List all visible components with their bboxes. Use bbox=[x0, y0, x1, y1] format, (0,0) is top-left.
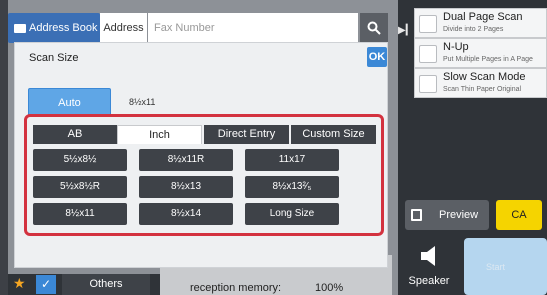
start-button[interactable]: Start bbox=[464, 238, 547, 295]
clear-all-button[interactable]: CA bbox=[496, 200, 542, 230]
auto-size-value: 8½x11 bbox=[129, 97, 156, 107]
size-button-8-5x11[interactable]: 8½x11 bbox=[33, 203, 127, 225]
reception-memory-value: 100% bbox=[315, 282, 344, 294]
size-button-5-5x8-5r[interactable]: 5½x8½R bbox=[33, 176, 127, 198]
tab-ab[interactable]: AB bbox=[33, 125, 117, 144]
option-subtitle: Scan Thin Paper Original bbox=[443, 86, 522, 93]
n-up-checkbox[interactable] bbox=[419, 45, 437, 63]
speaker-label: Speaker bbox=[408, 275, 450, 287]
tab-direct-entry[interactable]: Direct Entry bbox=[204, 125, 289, 144]
start-label: Start bbox=[486, 262, 506, 272]
preview-icon bbox=[411, 209, 422, 221]
checkmark-icon[interactable]: ✓ bbox=[36, 275, 56, 294]
tab-inch[interactable]: Inch bbox=[117, 125, 202, 144]
star-icon[interactable]: ★ bbox=[13, 275, 26, 292]
ok-button[interactable]: OK bbox=[367, 47, 387, 67]
address-tab[interactable]: Address bbox=[100, 13, 147, 43]
option-title: Slow Scan Mode bbox=[443, 71, 526, 83]
option-dual-page-scan[interactable]: Dual Page Scan Divide into 2 Pages bbox=[414, 8, 547, 38]
option-n-up[interactable]: N-Up Put Multiple Pages in A Page bbox=[414, 38, 547, 68]
search-icon bbox=[367, 21, 381, 35]
preview-button[interactable]: Preview bbox=[405, 200, 489, 230]
others-button[interactable]: Others bbox=[62, 274, 150, 295]
option-subtitle: Put Multiple Pages in A Page bbox=[443, 56, 533, 63]
address-book-label: Address Book bbox=[29, 22, 98, 34]
preview-label: Preview bbox=[439, 209, 479, 221]
option-slow-scan-mode[interactable]: Slow Scan Mode Scan Thin Paper Original bbox=[414, 68, 547, 98]
reception-memory-status: reception memory: 100% bbox=[190, 282, 344, 294]
size-button-8-5x13[interactable]: 8½x13 bbox=[139, 176, 233, 198]
option-title: Dual Page Scan bbox=[443, 11, 523, 23]
size-button-long-size[interactable]: Long Size bbox=[245, 203, 339, 225]
dual-page-scan-checkbox[interactable] bbox=[419, 15, 437, 33]
scan-size-title: Scan Size bbox=[29, 52, 79, 64]
slow-scan-mode-checkbox[interactable] bbox=[419, 75, 437, 93]
speaker-icon bbox=[421, 246, 435, 266]
option-title: N-Up bbox=[443, 41, 469, 53]
size-button-5-5x8-5[interactable]: 5½x8½ bbox=[33, 149, 127, 171]
search-button[interactable] bbox=[360, 13, 388, 43]
speaker-button[interactable]: Speaker bbox=[401, 238, 457, 290]
option-subtitle: Divide into 2 Pages bbox=[443, 26, 504, 33]
size-button-8-5x11r[interactable]: 8½x11R bbox=[139, 149, 233, 171]
address-book-button[interactable]: Address Book bbox=[8, 13, 100, 43]
size-selection-frame: AB Inch Direct Entry Custom Size 5½x8½ 8… bbox=[24, 114, 384, 236]
reception-memory-label: reception memory bbox=[190, 282, 279, 294]
address-book-icon bbox=[14, 24, 26, 33]
scan-size-panel: Scan Size OK Auto 8½x11 AB Inch Direct E… bbox=[14, 42, 388, 268]
size-button-8-5x14[interactable]: 8½x14 bbox=[139, 203, 233, 225]
collapse-arrow-icon[interactable]: ▶▎ bbox=[398, 22, 413, 40]
size-button-8-5x13-4[interactable]: 8½x13²⁄₅ bbox=[245, 176, 339, 198]
fax-number-input[interactable] bbox=[148, 13, 358, 43]
tab-custom-size[interactable]: Custom Size bbox=[291, 125, 376, 144]
size-button-11x17[interactable]: 11x17 bbox=[245, 149, 339, 171]
